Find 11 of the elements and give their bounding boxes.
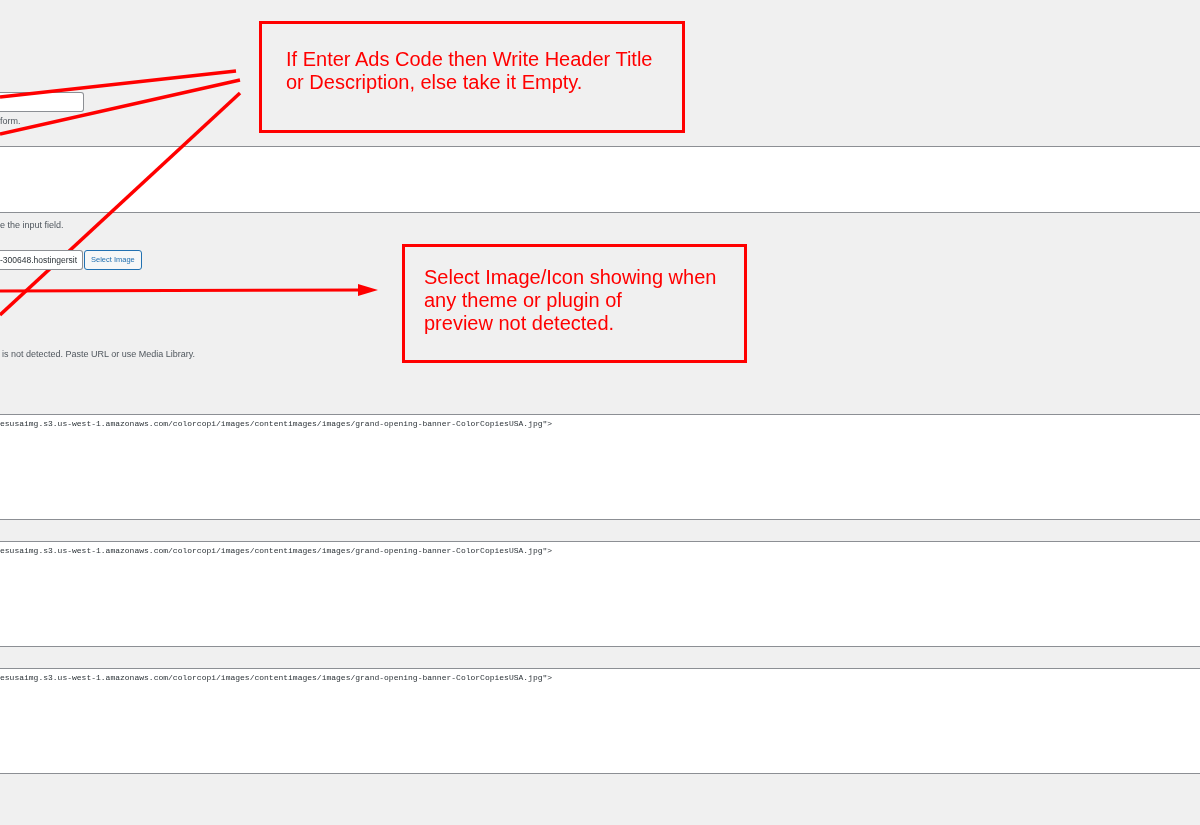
url-input[interactable]: -300648.hostingersit bbox=[0, 250, 83, 270]
callout-text: Select Image/Icon showing when any theme or plugin of preview not detected. bbox=[424, 266, 717, 335]
text-input[interactable] bbox=[0, 92, 84, 112]
code-text-area[interactable]: esusaimg.s3.us-west-1.amazonaws.com/colorcopi/images/contentimages/images/grand-opening-banner-ColorCopiesUSA.jpg"> bbox=[0, 414, 1200, 520]
code-text-area[interactable]: esusaimg.s3.us-west-1.amazonaws.com/colorcopi/images/contentimages/images/grand-opening-banner-ColorCopiesUSA.jpg"> bbox=[0, 668, 1200, 774]
field-hint: is not detected. Paste URL or use Media Library. bbox=[1, 348, 196, 360]
field-hint: form. bbox=[0, 115, 21, 127]
callout-text: If Enter Ads Code then Write Header Title or Description, else take it Empty. bbox=[286, 48, 653, 94]
field-hint: e the input field. bbox=[0, 219, 64, 231]
text-area[interactable] bbox=[0, 146, 1200, 213]
code-text-area[interactable]: esusaimg.s3.us-west-1.amazonaws.com/colorcopi/images/contentimages/images/grand-opening-banner-ColorCopiesUSA.jpg"> bbox=[0, 541, 1200, 647]
